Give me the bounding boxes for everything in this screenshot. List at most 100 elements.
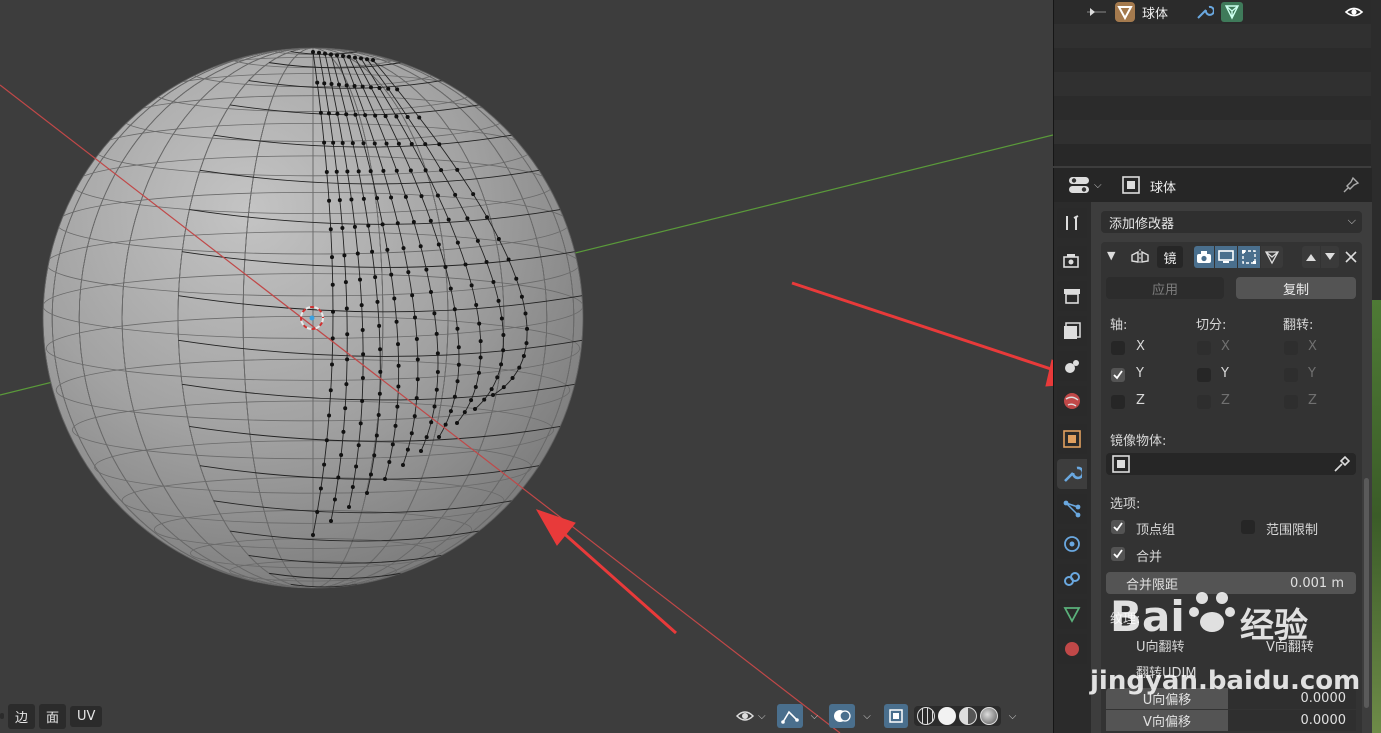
tab-object[interactable] [1057, 424, 1087, 454]
gizmo-dropdown[interactable]: ⌵ [805, 704, 822, 728]
select-mode-edge[interactable]: 边 [8, 703, 36, 729]
vertex-dot [331, 140, 336, 145]
vertex-dot [424, 267, 429, 272]
properties-scrollbar[interactable] [1364, 478, 1369, 708]
outliner-row[interactable]: 球体 [1054, 0, 1372, 24]
bisect-z-checkbox[interactable] [1197, 395, 1211, 409]
3d-viewport[interactable]: 边 面 UV ⌵ ⌵ ⌵ ⌵ [0, 0, 1053, 733]
vertex-dot [315, 80, 320, 85]
vertex-dot [342, 253, 347, 258]
vertex-dot [455, 379, 460, 384]
duplicate-button[interactable]: 复制 [1236, 277, 1356, 299]
vertex-dot [406, 270, 411, 275]
vertex-dot [361, 141, 366, 146]
tab-output[interactable] [1057, 281, 1087, 311]
tab-physics[interactable] [1057, 529, 1087, 559]
outliner-object-name[interactable]: 球体 [1142, 3, 1168, 22]
vertex-dot [405, 115, 410, 120]
axis-y-checkbox[interactable] [1111, 368, 1125, 382]
vertex-dot [519, 294, 524, 299]
tab-modifiers[interactable] [1057, 459, 1087, 489]
select-mode-left-edge[interactable] [0, 713, 4, 719]
vertex-dot [455, 240, 460, 245]
vertex-dot [378, 347, 383, 352]
vertex-dot [318, 110, 323, 115]
overlay-dropdown[interactable]: ⌵ [857, 704, 874, 728]
mirror-object-field[interactable] [1106, 453, 1356, 475]
editmode-toggle[interactable] [1194, 246, 1214, 268]
flip-x-checkbox[interactable] [1284, 341, 1298, 355]
flip-y-checkbox[interactable] [1284, 368, 1298, 382]
vertex-dot [394, 168, 399, 173]
collapse-triangle-icon[interactable]: ▼ [1107, 249, 1115, 262]
vertex-dot [390, 442, 395, 447]
select-mode-face[interactable]: 面 [39, 703, 67, 729]
vertex-dot [368, 472, 373, 477]
vertex-dot [419, 194, 424, 199]
vertex-dot [514, 276, 519, 281]
visibility-eye-icon[interactable] [1344, 4, 1364, 20]
vertex-dot [322, 140, 327, 145]
vertex-dot [477, 321, 482, 326]
vertex-dot [465, 216, 470, 221]
gizmo-toggle[interactable] [776, 704, 803, 728]
apply-button[interactable]: 应用 [1106, 277, 1224, 299]
move-up-button[interactable] [1302, 246, 1320, 268]
vertex-dot [373, 113, 378, 118]
vertex-groups-label: 顶点组 [1136, 523, 1176, 538]
annotation-arrow-1 [791, 281, 1053, 387]
vertex-dot [380, 222, 385, 227]
solid-shading-icon[interactable] [937, 707, 956, 725]
wireframe-shading-icon[interactable] [916, 707, 935, 725]
vertex-dot [501, 333, 506, 338]
modifier-name-field[interactable]: 镜 [1157, 246, 1183, 268]
shading-dropdown[interactable]: ⌵ [1003, 704, 1020, 728]
vertex-dot [396, 384, 401, 389]
bisect-y-checkbox[interactable] [1197, 368, 1211, 382]
rendered-shading-icon[interactable] [979, 707, 998, 725]
watermark-url: jingyan.baidu.com [1090, 666, 1361, 696]
tab-scene[interactable] [1057, 351, 1087, 381]
merge-label: 合并 [1136, 550, 1163, 565]
material-shading-icon[interactable] [958, 707, 977, 725]
flip-y-label: Y [1308, 366, 1316, 381]
tab-world[interactable] [1057, 386, 1087, 416]
vertex-dot [410, 293, 415, 298]
clipping-checkbox[interactable] [1241, 520, 1255, 534]
mesh-data-icon[interactable] [1220, 1, 1244, 23]
overlay-toggle[interactable] [829, 704, 856, 728]
axis-x-checkbox[interactable] [1111, 341, 1125, 355]
watermark-logo-cn: 经验 [1240, 606, 1308, 646]
vertex-dot [395, 87, 400, 92]
wrench-icon[interactable] [1194, 3, 1215, 21]
tab-render[interactable] [1057, 246, 1087, 276]
object-icon [1112, 455, 1130, 473]
tab-particles[interactable] [1057, 494, 1087, 524]
eyedropper-icon[interactable] [1332, 455, 1350, 473]
pin-icon[interactable] [1342, 176, 1360, 194]
mirror-modifier-icon [1131, 249, 1149, 265]
outliner-empty-row [1054, 48, 1372, 72]
flip-z-checkbox[interactable] [1284, 395, 1298, 409]
clipping-label: 范围限制 [1266, 523, 1319, 538]
cage-toggle[interactable] [1261, 246, 1283, 268]
vertex-dot [375, 196, 380, 201]
vertex-groups-checkbox[interactable] [1111, 520, 1125, 534]
bisect-x-checkbox[interactable] [1197, 341, 1211, 355]
vertex-dot [372, 453, 377, 458]
close-icon[interactable] [1344, 250, 1358, 264]
tab-tool[interactable] [1057, 208, 1087, 238]
viewport-toggle[interactable] [1215, 246, 1237, 268]
tab-view-layer[interactable] [1057, 316, 1087, 346]
editor-type-dropdown[interactable]: ⌵ [1068, 176, 1102, 194]
merge-checkbox[interactable] [1111, 547, 1125, 561]
vertex-dot [329, 52, 333, 57]
editmode-cage-toggle[interactable] [1238, 246, 1260, 268]
xray-toggle[interactable] [883, 704, 908, 728]
vertex-dot [330, 362, 335, 367]
axis-z-checkbox[interactable] [1111, 395, 1125, 409]
move-down-button[interactable] [1321, 246, 1339, 268]
add-modifier-dropdown[interactable]: 添加修改器 ⌵ [1101, 211, 1362, 233]
uv-menu[interactable]: UV [70, 705, 103, 727]
visibility-dropdown[interactable]: ⌵ [732, 704, 769, 728]
